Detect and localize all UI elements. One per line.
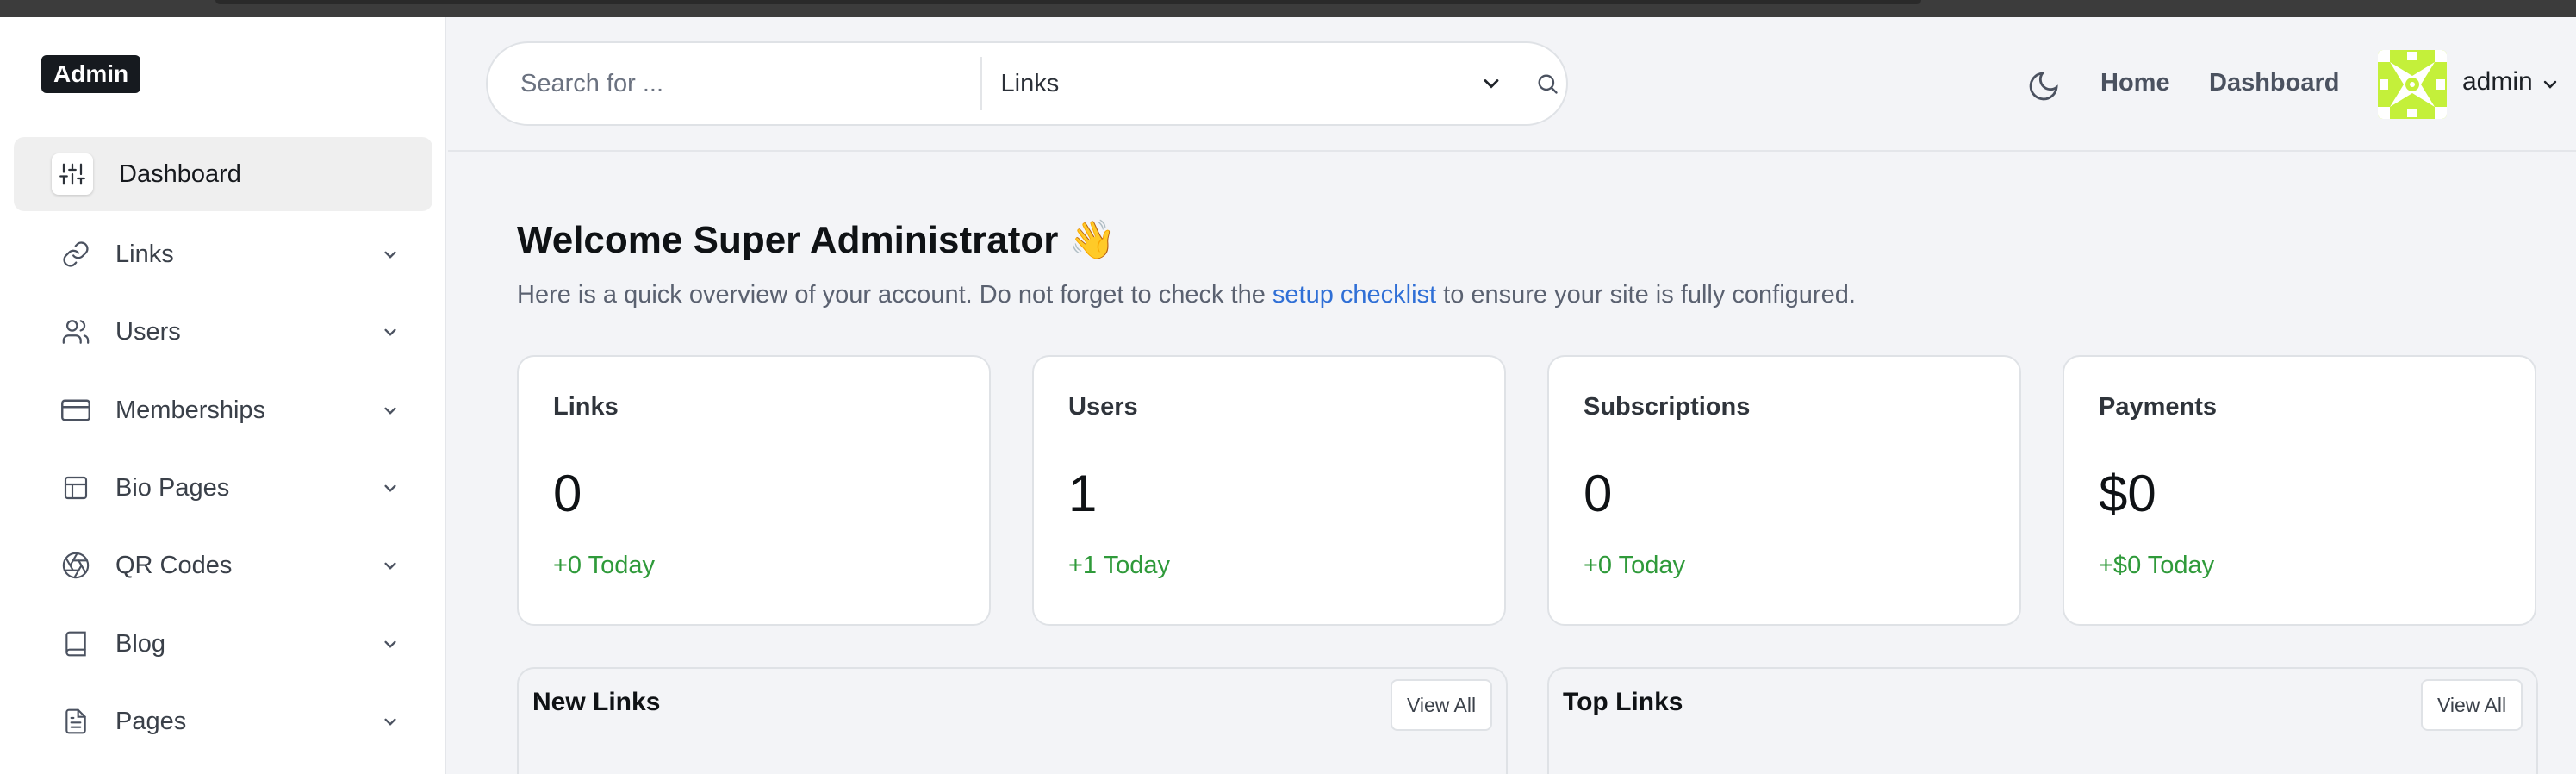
chevron-down-icon [384,640,396,648]
credit-card-icon [55,390,96,431]
sidebar-item-label: Dashboard [119,159,241,188]
welcome-subtext: Here is a quick overview of your account… [517,281,1856,309]
stat-title: Users [1068,393,1138,421]
sidebar-item-links[interactable]: Links [14,217,432,291]
sidebar-item-label: Blog [115,629,166,658]
sidebar-item-users[interactable]: Users [14,295,432,369]
stat-value: 0 [1584,465,1613,522]
aperture-icon [55,545,96,586]
layout-icon [55,467,96,509]
chevron-down-icon [384,562,396,570]
chevron-down-icon [384,407,396,415]
search-divider [980,57,982,110]
user-menu-name[interactable]: admin [2462,67,2533,97]
stat-value: $0 [2099,465,2156,522]
sidebar: Admin Dashboard Links Users Memberships … [0,17,446,774]
chevron-down-icon [1484,79,1498,89]
sidebar-item-label: Links [115,240,174,268]
top-header: Links Home Dashboard admi [448,17,2576,152]
search-scope-value: Links [1000,69,1060,97]
stat-value: 1 [1068,465,1098,522]
search-scope-select[interactable]: Links [1001,58,1503,109]
stat-title: Links [553,393,619,421]
sidebar-item-memberships[interactable]: Memberships [14,373,432,447]
sidebar-item-label: QR Codes [115,551,233,579]
stat-delta: +0 Today [553,552,655,579]
chevron-down-icon [384,328,396,336]
panel-title: New Links [532,688,661,716]
admin-logo[interactable]: Admin [41,55,141,93]
sidebar-item-label: Pages [115,707,187,735]
file-text-icon [55,701,96,742]
stat-title: Payments [2099,393,2218,421]
sidebar-item-label: Bio Pages [115,473,230,502]
welcome-text-after: to ensure your site is fully configured. [1436,281,1856,309]
chevron-down-icon [384,484,396,492]
stat-card-subscriptions: Subscriptions 0 +0 Today [1547,355,2021,626]
page-title: Welcome Super Administrator 👋 [517,219,1117,261]
view-all-button[interactable]: View All [1391,679,1492,731]
sidebar-item-label: Memberships [115,396,266,424]
browser-top-strip [0,0,2576,17]
stat-card-links: Links 0 +0 Today [517,355,991,626]
avatar-pattern-icon [2378,50,2447,119]
stat-value: 0 [553,465,582,522]
stat-delta: +1 Today [1068,552,1170,579]
stat-delta: +0 Today [1584,552,1685,579]
search-icon [1538,74,1558,94]
search-button[interactable] [1529,65,1566,103]
sidebar-item-qr-codes[interactable]: QR Codes [14,528,432,602]
avatar[interactable] [2378,50,2447,119]
sidebar-item-blog[interactable]: Blog [14,607,432,681]
view-all-button[interactable]: View All [2421,679,2523,731]
search-input[interactable] [520,58,980,109]
link-icon [55,234,96,275]
sidebar-item-bio-pages[interactable]: Bio Pages [14,451,432,525]
stat-title: Subscriptions [1584,393,1751,421]
chevron-down-icon[interactable] [2540,74,2560,95]
setup-checklist-link[interactable]: setup checklist [1272,281,1436,309]
sidebar-item-label: Users [115,317,181,346]
top-links-panel: Top Links View All [1547,667,2538,774]
moon-icon[interactable] [2026,69,2061,103]
sidebar-item-pages[interactable]: Pages [14,684,432,758]
users-icon [55,311,96,353]
browser-top-bar [215,0,1921,4]
stat-card-users: Users 1 +1 Today [1032,355,1506,626]
welcome-text-before: Here is a quick overview of your account… [517,281,1272,309]
panel-title: Top Links [1563,688,1683,716]
sidebar-item-dashboard[interactable]: Dashboard [14,137,432,211]
nav-link-dashboard[interactable]: Dashboard [2209,69,2339,97]
book-icon [55,623,96,665]
chevron-down-icon [384,251,396,259]
sliders-icon [52,153,93,195]
chevron-down-icon [384,718,396,726]
new-links-panel: New Links View All [517,667,1508,774]
stat-delta: +$0 Today [2099,552,2215,579]
stat-card-payments: Payments $0 +$0 Today [2063,355,2536,626]
nav-link-home[interactable]: Home [2100,69,2170,97]
search-bar: Links [486,41,1568,126]
